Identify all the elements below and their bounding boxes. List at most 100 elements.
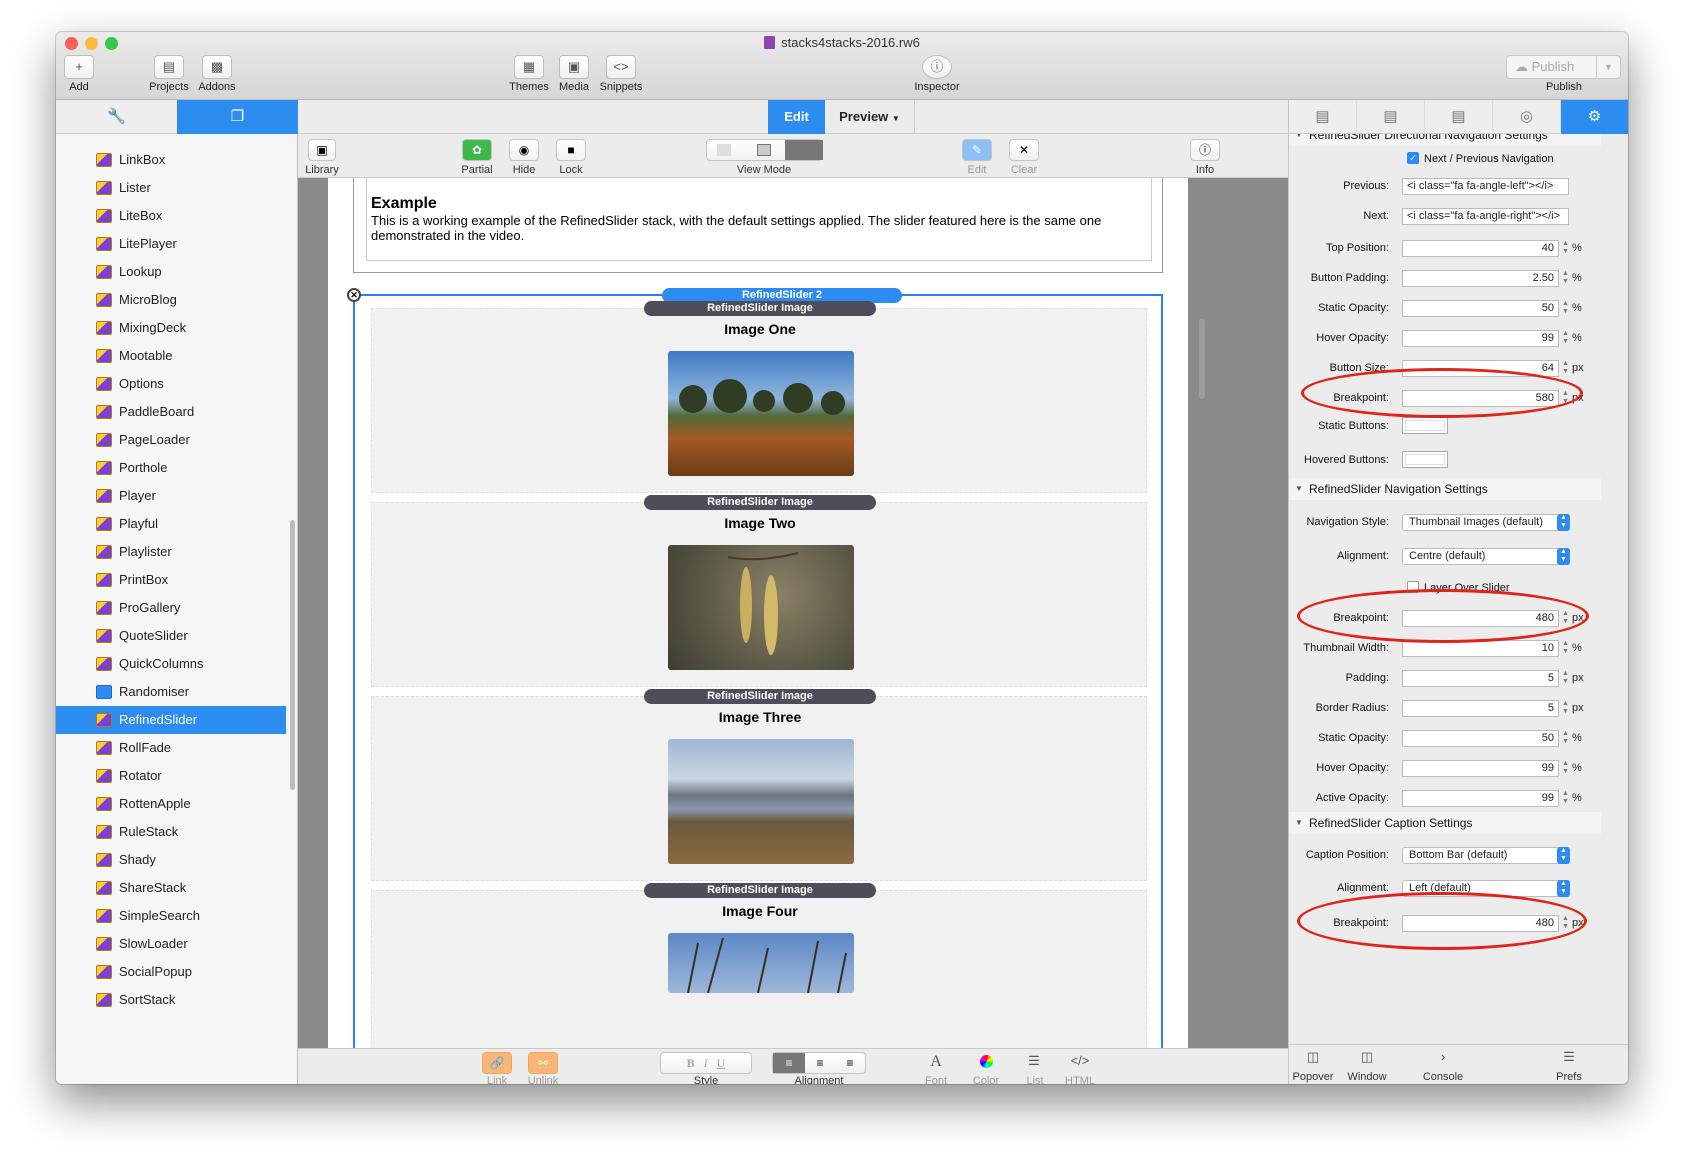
catkins-photo[interactable]: [668, 545, 854, 670]
reservoir-landscape-photo[interactable]: [668, 739, 854, 864]
publish-button[interactable]: ☁ Publish ▼: [1506, 55, 1621, 79]
heath-trees-photo[interactable]: [668, 351, 854, 476]
preview-mode-tab[interactable]: Preview ▼: [825, 100, 915, 134]
canvas-scrollbar[interactable]: [1199, 319, 1205, 399]
lock-button[interactable]: ■: [556, 139, 586, 161]
remove-stack-icon[interactable]: ✕: [347, 288, 361, 302]
nav-style-select[interactable]: Thumbnail Images (default) ▲ ▼: [1402, 514, 1570, 531]
next-input[interactable]: <i class="fa fa-angle-right"></i>: [1402, 208, 1569, 225]
info-button[interactable]: ⓘ: [1190, 139, 1220, 161]
unlink-button[interactable]: ⚯: [528, 1052, 558, 1074]
nav-alignment-select[interactable]: Centre (default) ▲ ▼: [1402, 548, 1570, 565]
hovered-buttons-color-well[interactable]: [1402, 451, 1448, 468]
sidebar-item-rotator[interactable]: Rotator: [56, 762, 286, 790]
list-icon[interactable]: ☰: [1024, 1053, 1044, 1069]
view-mode-segmented[interactable]: [706, 139, 823, 161]
snippets-button[interactable]: <>: [606, 55, 636, 79]
console-icon[interactable]: ›: [1435, 1049, 1451, 1064]
font-icon[interactable]: A: [926, 1053, 946, 1071]
sidebar-item-simplesearch[interactable]: SimpleSearch: [56, 902, 286, 930]
view-mode-3-icon[interactable]: [785, 140, 823, 160]
align-left-icon[interactable]: ≡: [773, 1053, 805, 1073]
sidebar-scrollbar[interactable]: [290, 520, 295, 790]
hover-opacity-input[interactable]: 99: [1402, 330, 1559, 347]
section-header-navigation[interactable]: RefinedSlider Navigation Settings: [1289, 478, 1601, 500]
caption-position-select[interactable]: Bottom Bar (default) ▲ ▼: [1402, 847, 1570, 864]
sidebar-item-litebox[interactable]: LiteBox: [56, 202, 286, 230]
sidebar-item-quoteslider[interactable]: QuoteSlider: [56, 622, 286, 650]
inspector-button[interactable]: ⓘ: [922, 55, 952, 79]
color-wheel-icon[interactable]: [976, 1055, 996, 1071]
sidebar-item-rottenapple[interactable]: RottenApple: [56, 790, 286, 818]
sidebar-item-player[interactable]: Player: [56, 482, 286, 510]
sidebar-item-sortstack[interactable]: SortStack: [56, 986, 286, 1014]
sidebar-item-playlister[interactable]: Playlister: [56, 538, 286, 566]
sidebar-item-rollfade[interactable]: RollFade: [56, 734, 286, 762]
wrench-icon[interactable]: 🔧: [56, 100, 177, 134]
example-box[interactable]: Example This is a working example of the…: [353, 178, 1163, 273]
prefs-sliders-icon[interactable]: ☰: [1561, 1049, 1577, 1065]
button-padding-input[interactable]: 2.50: [1402, 270, 1559, 287]
window-icon[interactable]: ◫: [1359, 1049, 1375, 1065]
slide-label[interactable]: RefinedSlider Image: [644, 883, 876, 898]
hover-opacity-input[interactable]: 99: [1402, 760, 1559, 777]
padding-input[interactable]: 5: [1402, 670, 1559, 687]
hover-opacity-stepper[interactable]: ▲ ▼: [1561, 330, 1570, 347]
winter-trees-photo[interactable]: [668, 933, 854, 993]
slide-label[interactable]: RefinedSlider Image: [644, 495, 876, 510]
border-radius-stepper[interactable]: ▲ ▼: [1561, 700, 1570, 717]
sidebar-item-lister[interactable]: Lister: [56, 174, 286, 202]
bold-icon[interactable]: B: [687, 1056, 695, 1070]
slide-label[interactable]: RefinedSlider Image: [644, 301, 876, 316]
sidebar-item-linkbox[interactable]: LinkBox: [56, 146, 286, 174]
partial-button[interactable]: ✿: [462, 139, 492, 161]
clear-button[interactable]: ✕: [1009, 139, 1039, 161]
thumbnail-width-stepper[interactable]: ▲ ▼: [1561, 640, 1570, 657]
link-button[interactable]: 🔗: [482, 1052, 512, 1074]
layout-inspector-tab-icon[interactable]: ▤: [1357, 100, 1425, 134]
slide-2[interactable]: RefinedSlider Image Image Two: [371, 495, 1147, 687]
html-code-icon[interactable]: </>: [1068, 1053, 1092, 1068]
align-right-icon[interactable]: ≡: [835, 1053, 865, 1073]
view-mode-1-icon[interactable]: [717, 144, 731, 156]
section-header-caption[interactable]: RefinedSlider Caption Settings: [1289, 812, 1601, 834]
underline-icon[interactable]: U: [717, 1056, 726, 1070]
slide-1[interactable]: RefinedSlider Image Image One: [371, 301, 1147, 493]
view-mode-2-icon[interactable]: [757, 144, 771, 156]
sidebar-item-printbox[interactable]: PrintBox: [56, 566, 286, 594]
border-radius-input[interactable]: 5: [1402, 700, 1559, 717]
sidebar-item-slowloader[interactable]: SlowLoader: [56, 930, 286, 958]
static-opacity-input[interactable]: 50: [1402, 730, 1559, 747]
sidebar-item-porthole[interactable]: Porthole: [56, 454, 286, 482]
hover-opacity-stepper[interactable]: ▲ ▼: [1561, 760, 1570, 777]
chevron-down-icon[interactable]: ▼: [1596, 56, 1620, 78]
sidebar-item-rulestack[interactable]: RuleStack: [56, 818, 286, 846]
library-button[interactable]: ▣: [308, 139, 336, 161]
sidebar-item-paddleboard[interactable]: PaddleBoard: [56, 398, 286, 426]
padding-stepper[interactable]: ▲ ▼: [1561, 670, 1570, 687]
effects-inspector-tab-icon[interactable]: ◎: [1493, 100, 1561, 134]
sidebar-item-randomiser[interactable]: Randomiser: [56, 678, 286, 706]
box-inspector-tab-icon[interactable]: ▤: [1425, 100, 1493, 134]
static-buttons-color-well[interactable]: [1402, 417, 1448, 434]
align-center-icon[interactable]: ≡: [805, 1053, 835, 1073]
top-position-stepper[interactable]: ▲ ▼: [1561, 240, 1570, 257]
stack-settings-tab-icon[interactable]: ⚙: [1561, 100, 1628, 134]
addons-button[interactable]: ▩: [202, 55, 232, 79]
edit-mode-tab[interactable]: Edit: [768, 100, 825, 134]
edit-button[interactable]: ✎: [962, 139, 992, 161]
themes-button[interactable]: ▦: [514, 55, 544, 79]
refinedslider-stack[interactable]: RefinedSlider 2 ✕ RefinedSlider Image Im…: [347, 288, 1163, 1084]
static-opacity-stepper[interactable]: ▲ ▼: [1561, 730, 1570, 747]
button-size-stepper[interactable]: ▲ ▼: [1561, 360, 1570, 377]
active-opacity-stepper[interactable]: ▲ ▼: [1561, 790, 1570, 807]
static-opacity-stepper[interactable]: ▲ ▼: [1561, 300, 1570, 317]
button-padding-stepper[interactable]: ▲ ▼: [1561, 270, 1570, 287]
style-segmented[interactable]: B I U: [660, 1052, 752, 1074]
previous-input[interactable]: <i class="fa fa-angle-left"></i>: [1402, 178, 1569, 195]
sidebar-item-socialpopup[interactable]: SocialPopup: [56, 958, 286, 986]
pages-icon[interactable]: ❐: [177, 100, 298, 134]
popover-icon[interactable]: ◫: [1305, 1049, 1321, 1065]
page-inspector-tab-icon[interactable]: ▤: [1289, 100, 1357, 134]
sidebar-item-progallery[interactable]: ProGallery: [56, 594, 286, 622]
